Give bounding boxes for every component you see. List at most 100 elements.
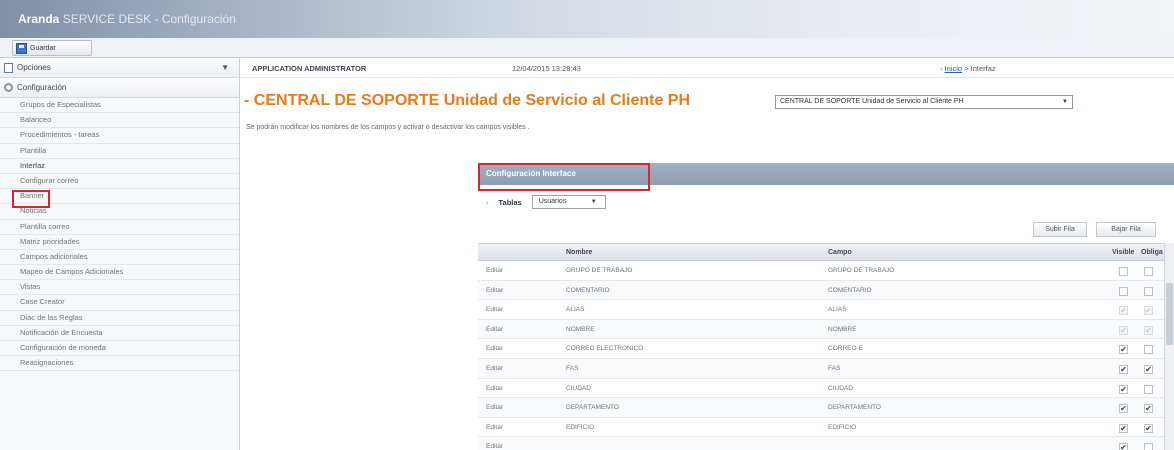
sidebar: Opciones ▼ Configuración Grupos de Espec… (0, 58, 240, 450)
sidebar-item[interactable]: Procedimientos - tareas (0, 128, 239, 144)
sidebar-item[interactable]: Campos adicionales (0, 250, 239, 266)
visible-checkbox[interactable] (1119, 267, 1128, 276)
move-down-button[interactable]: Bajar Fila (1096, 222, 1156, 237)
page-title-text: CENTRAL DE SOPORTE Unidad de Servicio al… (253, 92, 691, 109)
user-name: APPLICATION ADMINISTRATOR (252, 64, 367, 73)
project-select[interactable]: CENTRAL DE SOPORTE Unidad de Servicio al… (775, 95, 1073, 109)
table-row: Editar ✔ (478, 437, 1164, 450)
title-bar: Aranda SERVICE DESK - Configuración (0, 0, 1174, 38)
table-body: Editar GRUPO DE TRABAJO GRUPO DE TRABAJO Ed… (478, 261, 1164, 450)
required-checkbox: ✔ (1144, 306, 1153, 316)
sidebar-item[interactable]: Vistas (0, 280, 239, 296)
sidebar-list: Grupos de Especialistas Balanceo Procedimi… (0, 98, 239, 372)
chevron-down-icon: ▼ (1062, 99, 1068, 105)
cell-name: FAS (566, 364, 579, 372)
required-checkbox[interactable] (1144, 286, 1153, 296)
options-icon (4, 62, 13, 73)
required-checkbox[interactable]: ✔ (1144, 404, 1153, 414)
required-checkbox[interactable] (1144, 267, 1153, 276)
sidebar-item[interactable]: Reasignaciones (0, 356, 239, 372)
edit-link[interactable]: Editar (486, 404, 503, 411)
save-label: Guardar (30, 44, 56, 52)
edit-link[interactable]: Editar (486, 287, 503, 294)
edit-link[interactable]: Editar (486, 365, 503, 372)
save-disk-icon (16, 42, 27, 54)
sidebar-item[interactable]: Plantilla (0, 144, 239, 159)
sidebar-item[interactable]: Noticias (0, 204, 239, 220)
sidebar-item[interactable]: Interfaz (0, 159, 239, 174)
sidebar-item[interactable]: Banner (0, 189, 239, 205)
project-select-value: CENTRAL DE SOPORTE Unidad de Servicio al… (780, 98, 964, 105)
bullet-icon: › (486, 197, 489, 207)
cell-field: FAS (828, 364, 841, 372)
instructions-text: Se podrán modificar los nombres de los c… (246, 124, 530, 131)
sidebar-item[interactable]: Configuración de moneda (0, 341, 239, 357)
visible-checkbox[interactable]: ✔ (1119, 345, 1128, 355)
sidebar-item[interactable]: Diac de las Reglas (0, 311, 239, 326)
sidebar-item[interactable]: Balanceo (0, 113, 239, 129)
edit-link[interactable]: Editar (486, 424, 503, 431)
sidebar-item[interactable]: Matriz prioridades (0, 235, 239, 250)
brand-name: Aranda (18, 12, 60, 26)
cell-field: DEPARTAMENTO (828, 404, 881, 412)
required-checkbox[interactable]: ✔ (1144, 423, 1153, 433)
toolbar: Guardar (0, 38, 1174, 58)
edit-link[interactable]: Editar (486, 443, 503, 450)
edit-link[interactable]: Editar (486, 267, 503, 274)
cell-name: CIUDAD (566, 384, 591, 392)
visible-checkbox[interactable]: ✔ (1119, 384, 1128, 394)
sidebar-item[interactable]: Configurar correo (0, 174, 239, 190)
move-up-button[interactable]: Subir Fila (1033, 222, 1087, 237)
datetime: 12/04/2015 13:28:43 (512, 64, 581, 73)
required-checkbox[interactable] (1144, 443, 1153, 450)
column-header-required[interactable]: Obliga (1141, 249, 1163, 256)
cell-field: NOMBRE (828, 325, 857, 333)
table-row: Editar EDIFICIO EDIFICIO ✔ ✔ (478, 418, 1164, 438)
visible-checkbox[interactable]: ✔ (1119, 404, 1128, 414)
table-row: Editar ALIAS ALIAS ✔ ✔ (478, 300, 1164, 320)
table-header: Nombre Campo Visible Obliga (478, 243, 1164, 261)
sidebar-item[interactable]: Mapeo de Campos Adicionales (0, 265, 239, 281)
visible-checkbox[interactable]: ✔ (1119, 423, 1128, 433)
vertical-scrollbar[interactable] (1164, 243, 1174, 450)
app-title: Aranda SERVICE DESK - Configuración (18, 12, 236, 26)
fields-table: Nombre Campo Visible Obliga Editar GRUPO … (478, 243, 1164, 450)
sidebar-options-header[interactable]: Opciones ▼ (0, 58, 239, 78)
gear-icon (4, 83, 13, 92)
table-row: Editar GRUPO DE TRABAJO GRUPO DE TRABAJO (478, 261, 1164, 281)
cell-name: GRUPO DE TRABAJO (566, 267, 633, 274)
sidebar-item[interactable]: Plantilla correo (0, 220, 239, 235)
table-row: Editar NOMBRE NOMBRE ✔ ✔ (478, 319, 1164, 340)
required-checkbox[interactable]: ✔ (1144, 364, 1153, 374)
required-checkbox[interactable] (1144, 384, 1153, 394)
cell-field: GRUPO DE TRABAJO (828, 267, 895, 274)
chevron-down-icon[interactable]: ▼ (221, 63, 229, 72)
column-header-visible[interactable]: Visible (1112, 249, 1134, 256)
sidebar-section-header[interactable]: Configuración (0, 78, 239, 98)
save-button[interactable]: Guardar (12, 40, 92, 56)
column-header-field[interactable]: Campo (828, 249, 852, 256)
edit-link[interactable]: Editar (486, 326, 503, 333)
visible-checkbox[interactable]: ✔ (1119, 364, 1128, 374)
required-checkbox[interactable] (1144, 345, 1153, 355)
sidebar-section-label: Configuración (17, 83, 67, 92)
cell-name: EDIFICIO (566, 423, 595, 431)
edit-link[interactable]: Editar (486, 345, 503, 352)
sidebar-item[interactable]: Case Creator (0, 295, 239, 311)
cell-field: EDIFICIO (828, 423, 857, 431)
interface-config-panel: Configuración Interface › Tablas Usuario… (478, 163, 1174, 450)
tables-select[interactable]: Usuarios ▼ (531, 195, 606, 209)
column-header-name[interactable]: Nombre (566, 249, 592, 256)
sidebar-item[interactable]: Notificación de Encuesta (0, 326, 239, 341)
table-row: Editar FAS FAS ✔ ✔ (478, 358, 1164, 379)
cell-name: ALIAS (566, 306, 585, 314)
cell-name: DEPARTAMENTO (566, 404, 619, 412)
edit-link[interactable]: Editar (486, 385, 503, 392)
sidebar-options-label: Opciones (17, 63, 51, 72)
visible-checkbox[interactable]: ✔ (1119, 443, 1128, 450)
breadcrumb-home-link[interactable]: Inicio (945, 64, 963, 73)
scrollbar-thumb[interactable] (1166, 283, 1173, 345)
visible-checkbox[interactable] (1119, 286, 1128, 296)
sidebar-item[interactable]: Grupos de Especialistas (0, 98, 239, 114)
edit-link[interactable]: Editar (486, 306, 503, 313)
